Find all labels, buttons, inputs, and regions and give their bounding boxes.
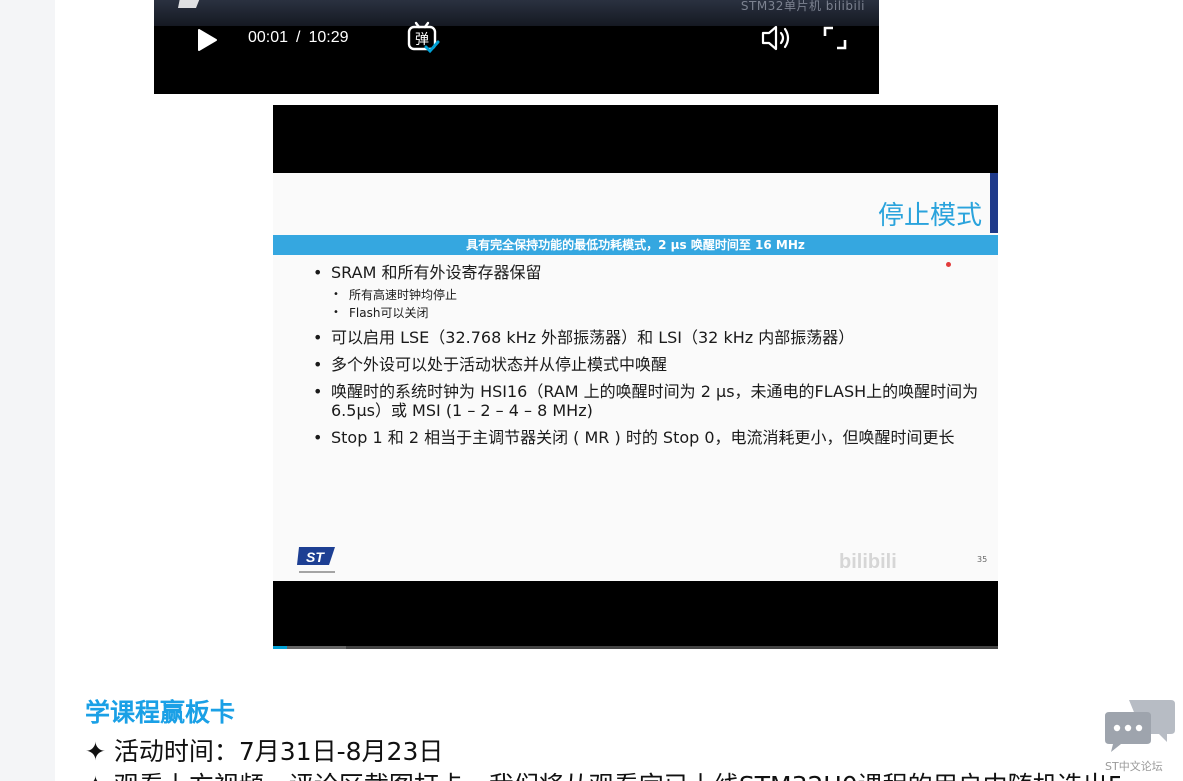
chat-widget[interactable]: ST中文论坛 <box>1103 696 1179 781</box>
activity-instruction-line: ✦ 观看上方视频，评论区截图打卡，我们将从观看完已上线STM32U0课程的用户中… <box>85 766 1124 781</box>
slide-watermark: bilibili <box>839 551 897 573</box>
chat-widget-label: ST中文论坛 <box>1105 760 1163 773</box>
progress-played <box>273 646 287 649</box>
slide-logo-text: ST <box>306 549 325 565</box>
danmaku-icon[interactable]: 弹 <box>406 21 440 55</box>
time-separator: / <box>296 29 301 46</box>
slide-bullet: 可以启用 LSE（32.768 kHz 外部振荡器）和 LSI（32 kHz 内… <box>313 328 993 347</box>
st-logo-icon: ST <box>297 547 335 573</box>
video-watermark: STM32单片机 bilibili <box>740 0 865 13</box>
time-current: 00:01 <box>248 29 289 46</box>
chat-bubble-icon <box>1105 700 1175 752</box>
slide-title: 停止模式 <box>877 201 982 231</box>
activity-time-line: ✦ 活动时间：7月31日-8月23日 <box>85 737 444 766</box>
video-slide: 停止模式 具有完全保持功能的最低功耗模式，2 μs 唤醒时间至 16 MHz S… <box>273 173 998 581</box>
slide-bullet: 唤醒时的系统时钟为 HSI16（RAM 上的唤醒时间为 2 μs，未通电的FLA… <box>313 382 993 420</box>
player-controls: 00:01 / 10:29 弹 <box>154 18 879 58</box>
article-content: STM32单片机 bilibili 00:01 / 10:29 弹 停止模式 具有完… <box>55 0 1183 781</box>
st-logo-icon <box>178 0 200 8</box>
slide-bullet: SRAM 和所有外设寄存器保留 <box>313 263 993 282</box>
slide-sub-bullet: Flash可以关闭 <box>313 304 993 322</box>
article-heading: 学课程赢板卡 <box>85 698 236 727</box>
video-player-main[interactable]: 停止模式 具有完全保持功能的最低功耗模式，2 μs 唤醒时间至 16 MHz S… <box>273 105 998 649</box>
fullscreen-icon[interactable] <box>821 24 849 52</box>
time-display: 00:01 / 10:29 <box>248 29 349 47</box>
slide-bullets: SRAM 和所有外设寄存器保留 所有高速时钟均停止 Flash可以关闭 可以启用… <box>313 263 993 455</box>
volume-icon[interactable] <box>759 22 793 54</box>
slide-sub-bullets: 所有高速时钟均停止 Flash可以关闭 <box>313 286 993 322</box>
progress-bar[interactable] <box>273 646 998 649</box>
slide-sub-bullet: 所有高速时钟均停止 <box>313 286 993 304</box>
slide-page-number: 35 <box>977 555 988 564</box>
video-player-top[interactable]: STM32单片机 bilibili 00:01 / 10:29 弹 <box>154 0 879 94</box>
slide-subtitle-band: 具有完全保持功能的最低功耗模式，2 μs 唤醒时间至 16 MHz <box>273 235 998 255</box>
slide-title-edge <box>990 173 998 233</box>
play-icon[interactable] <box>192 26 220 54</box>
danmaku-glyph: 弹 <box>415 32 429 48</box>
slide-bullet: 多个外设可以处于活动状态并从停止模式中唤醒 <box>313 355 993 374</box>
slide-bullet: Stop 1 和 2 相当于主调节器关闭 ( MR ) 时的 Stop 0，电流… <box>313 428 993 447</box>
time-total: 10:29 <box>308 29 349 46</box>
